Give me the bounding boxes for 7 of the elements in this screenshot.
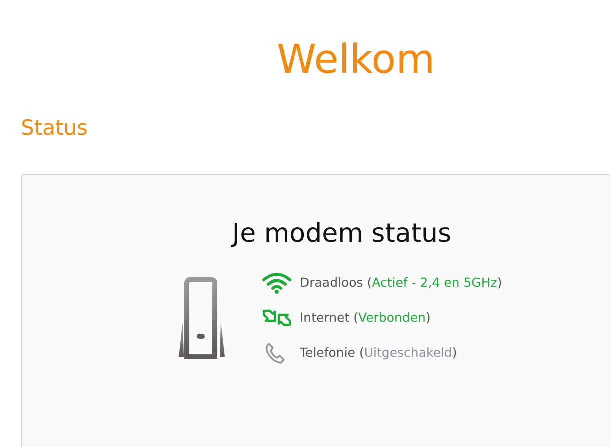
status-text: Internet (Verbonden) [300,310,431,325]
modem-icon [178,277,226,359]
status-text: Telefonie (Uitgeschakeld) [300,345,458,360]
card-title: Je modem status [230,218,453,251]
section-title: Status [20,115,88,141]
status-text: Draadloos (Actief - 2,4 en 5GHz) [300,275,502,290]
page-title: Welkom [276,36,436,85]
